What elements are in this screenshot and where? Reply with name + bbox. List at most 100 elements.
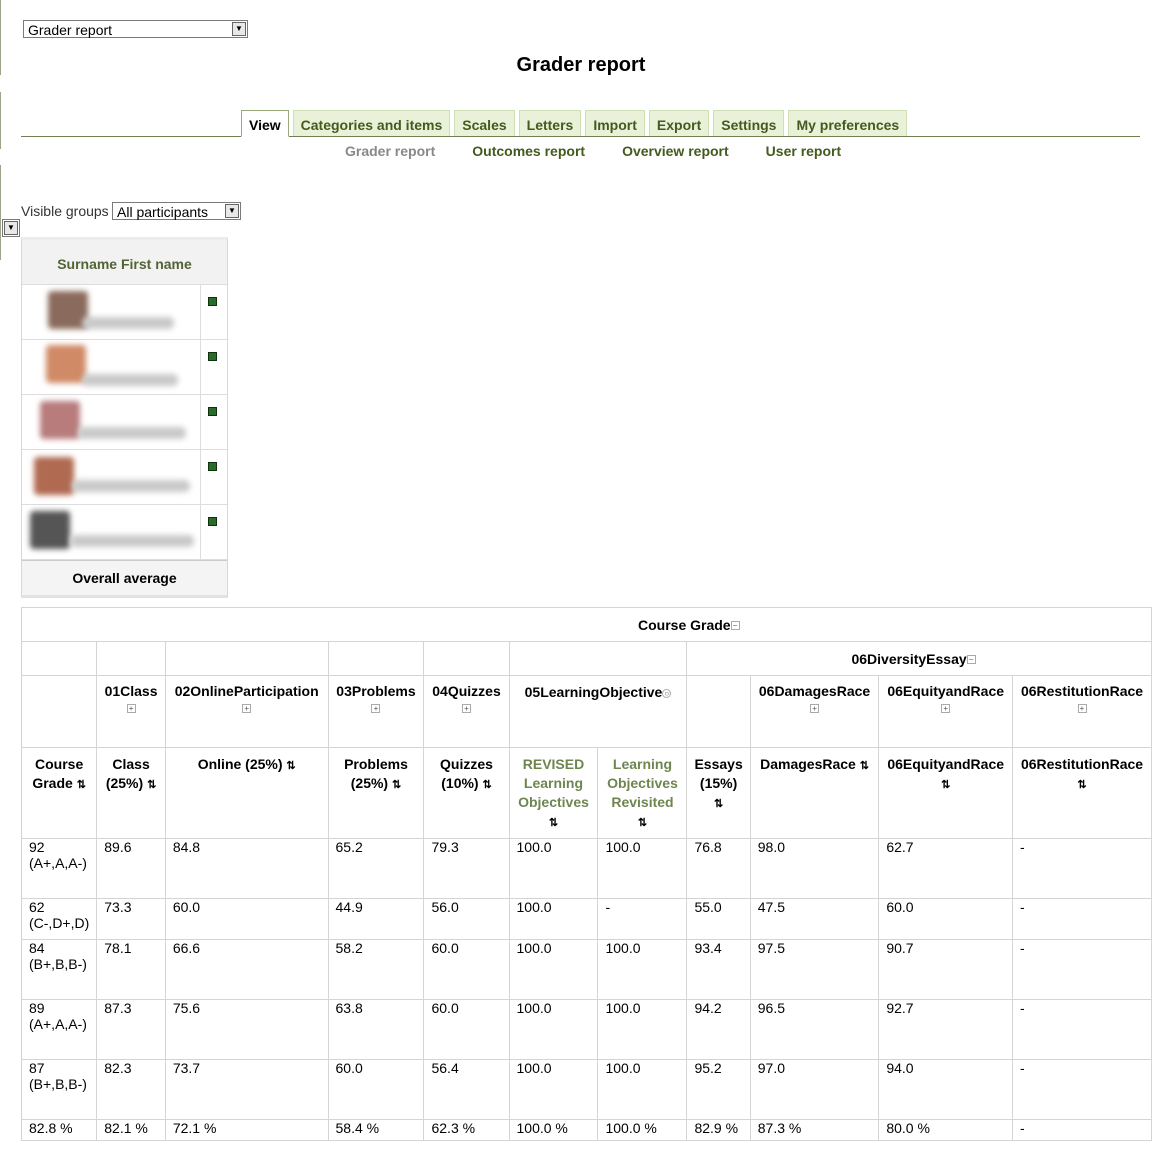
grade-cell[interactable]: 100.0	[508, 898, 599, 940]
grade-cell[interactable]: 100.0	[508, 838, 599, 899]
report-type-select[interactable]: Grader report ▼	[23, 20, 248, 38]
grade-cell[interactable]: 97.0	[749, 1059, 880, 1120]
column-header-revised-learning-objectives[interactable]: REVISED Learning Objectives ⇅	[508, 747, 599, 839]
sort-icon[interactable]: ⇅	[638, 817, 647, 829]
name-column-header[interactable]: Surname First name	[22, 240, 227, 285]
student-name-cell[interactable]	[22, 340, 201, 394]
grade-cell[interactable]: 96.5	[749, 999, 880, 1060]
expand-icon[interactable]: +	[126, 703, 136, 713]
grade-cell[interactable]: 58.2	[327, 939, 425, 1000]
grade-cell[interactable]: -	[1012, 939, 1152, 1000]
sort-icon[interactable]: ⇅	[147, 779, 156, 791]
grade-cell[interactable]: 82.3	[96, 1059, 166, 1120]
grade-cell[interactable]: 100.0	[508, 939, 599, 1000]
column-header-essays[interactable]: Essays (15%) ⇅	[686, 747, 751, 839]
tab-import[interactable]: Import	[585, 110, 645, 136]
grade-cell[interactable]: 65.2	[327, 838, 425, 899]
grade-cell[interactable]: 76.8	[686, 838, 751, 899]
grade-cell[interactable]: 73.3	[96, 898, 166, 940]
student-name-cell[interactable]	[22, 450, 201, 504]
grade-cell[interactable]: 84.8	[164, 838, 329, 899]
grade-cell[interactable]: 63.8	[327, 999, 425, 1060]
collapse-toggle[interactable]: ▼	[2, 219, 20, 237]
grade-cell[interactable]: -	[1012, 898, 1152, 940]
grade-cell[interactable]: -	[1012, 838, 1152, 899]
grade-cell[interactable]: 94.0	[878, 1059, 1014, 1120]
grade-cell[interactable]: 100.0	[597, 939, 688, 1000]
sort-icon[interactable]: ⇅	[392, 779, 401, 791]
expand-icon[interactable]: +	[810, 703, 820, 713]
grade-cell[interactable]: 100.0	[597, 838, 688, 899]
grade-report-icon[interactable]	[208, 407, 217, 416]
grade-cell[interactable]: 97.5	[749, 939, 880, 1000]
course-grade-cell[interactable]: 84 (B+,B,B-)	[20, 939, 98, 1000]
grade-cell[interactable]: 75.6	[164, 999, 329, 1060]
grade-cell[interactable]: 56.0	[423, 898, 510, 940]
student-name-cell[interactable]	[22, 285, 201, 339]
sort-icon[interactable]: ⇅	[77, 779, 86, 791]
grade-cell[interactable]: 62.7	[878, 838, 1014, 899]
course-grade-cell[interactable]: 89 (A+,A,A-)	[20, 999, 98, 1060]
grade-cell[interactable]: 98.0	[749, 838, 880, 899]
student-name-cell[interactable]	[22, 505, 201, 559]
tab-categories-and-items[interactable]: Categories and items	[292, 110, 451, 136]
grade-report-icon[interactable]	[208, 517, 217, 526]
grade-cell[interactable]: 60.0	[878, 898, 1014, 940]
toggle-icon[interactable]: ○	[662, 688, 672, 698]
subtab-user-report[interactable]: User report	[766, 143, 841, 159]
expand-icon[interactable]: +	[461, 703, 471, 713]
expand-icon[interactable]: +	[242, 703, 252, 713]
grade-cell[interactable]: 66.6	[164, 939, 329, 1000]
course-grade-cell[interactable]: 62 (C-,D+,D)	[20, 898, 98, 940]
grade-cell[interactable]: 92.7	[878, 999, 1014, 1060]
grade-cell[interactable]: 90.7	[878, 939, 1014, 1000]
grade-report-icon[interactable]	[208, 462, 217, 471]
column-header-online[interactable]: Online (25%) ⇅	[164, 747, 329, 839]
grade-cell[interactable]: 100.0	[597, 1059, 688, 1120]
subtab-outcomes-report[interactable]: Outcomes report	[472, 143, 585, 159]
grade-cell[interactable]: -	[1012, 999, 1152, 1060]
column-header-equityandrace[interactable]: 06EquityandRace ⇅	[878, 747, 1014, 839]
tab-export[interactable]: Export	[648, 110, 710, 136]
grade-cell[interactable]: 95.2	[686, 1059, 751, 1120]
column-header-learning-objectives-revisited[interactable]: Learning Objectives Revisited ⇅	[597, 747, 688, 839]
tab-scales[interactable]: Scales	[454, 110, 515, 136]
course-grade-cell[interactable]: 87 (B+,B,B-)	[20, 1059, 98, 1120]
grade-cell[interactable]: 56.4	[423, 1059, 510, 1120]
column-header-damagesrace[interactable]: DamagesRace ⇅	[749, 747, 880, 839]
sort-icon[interactable]: ⇅	[714, 798, 723, 810]
grade-cell[interactable]: 89.6	[96, 838, 166, 899]
tab-letters[interactable]: Letters	[518, 110, 582, 136]
grade-cell[interactable]: -	[1012, 1059, 1152, 1120]
expand-icon[interactable]: +	[1077, 703, 1087, 713]
column-header-problems[interactable]: Problems (25%) ⇅	[327, 747, 425, 839]
grade-cell[interactable]: 79.3	[423, 838, 510, 899]
column-header-course-grade[interactable]: Course Grade ⇅	[20, 747, 98, 839]
grade-cell[interactable]: 60.0	[423, 999, 510, 1060]
tab-my-preferences[interactable]: My preferences	[788, 110, 908, 136]
grade-cell[interactable]: 55.0	[686, 898, 751, 940]
grade-cell[interactable]: 87.3	[96, 999, 166, 1060]
collapse-icon[interactable]: −	[966, 655, 976, 665]
grade-cell[interactable]: 73.7	[164, 1059, 329, 1120]
collapse-icon[interactable]: −	[730, 621, 740, 631]
grade-cell[interactable]: 100.0	[508, 999, 599, 1060]
grade-cell[interactable]: 93.4	[686, 939, 751, 1000]
tab-settings[interactable]: Settings	[713, 110, 785, 136]
grade-cell[interactable]: 94.2	[686, 999, 751, 1060]
grade-cell[interactable]: 47.5	[749, 898, 880, 940]
grade-cell[interactable]: 44.9	[327, 898, 425, 940]
grade-cell[interactable]: 60.0	[423, 939, 510, 1000]
grade-cell[interactable]: -	[597, 898, 688, 940]
column-header-restitutionrace[interactable]: 06RestitutionRace ⇅	[1012, 747, 1152, 839]
sort-icon[interactable]: ⇅	[941, 779, 950, 791]
grade-cell[interactable]: 100.0	[508, 1059, 599, 1120]
grade-report-icon[interactable]	[208, 297, 217, 306]
student-name-cell[interactable]	[22, 395, 201, 449]
visible-groups-select[interactable]: All participants ▼	[112, 202, 241, 220]
column-header-class[interactable]: Class (25%) ⇅	[96, 747, 166, 839]
sort-icon[interactable]: ⇅	[483, 779, 492, 791]
expand-icon[interactable]: +	[371, 703, 381, 713]
grade-cell[interactable]: 100.0	[597, 999, 688, 1060]
column-header-quizzes[interactable]: Quizzes (10%) ⇅	[423, 747, 510, 839]
